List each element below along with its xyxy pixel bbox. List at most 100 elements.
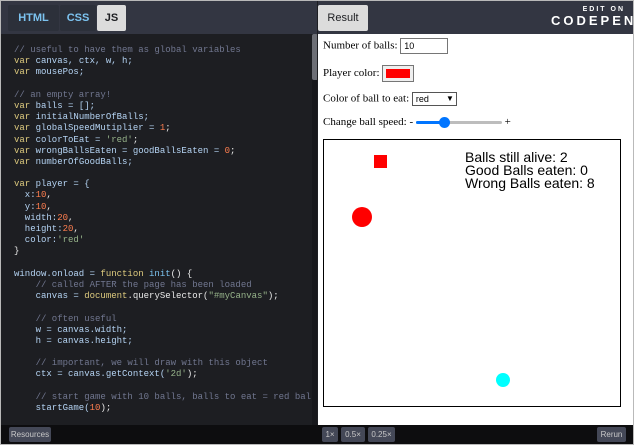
- code-token: balls = [];: [35, 100, 96, 111]
- code-token: mousePos;: [35, 67, 85, 78]
- speed-label: Change ball speed: -: [323, 116, 414, 128]
- color-to-eat-select[interactable]: red ▼: [411, 92, 457, 106]
- code-token: }: [14, 246, 20, 257]
- player-color-label: Player color:: [323, 67, 380, 80]
- codepen-logo[interactable]: EDIT ON CODEPEN: [551, 6, 634, 30]
- code-token: ,: [46, 190, 52, 201]
- code-token: y:: [14, 201, 36, 212]
- player-color-row: Player color:: [323, 65, 415, 82]
- code-line: ctx = canvas.getContext('2d');: [14, 369, 309, 380]
- code-token: 10: [35, 190, 47, 201]
- code-token: x:: [14, 190, 36, 201]
- editor-scrollbar-thumb[interactable]: [312, 34, 317, 80]
- code-line: // useful to have them as global variabl…: [14, 45, 309, 56]
- code-token: height:: [14, 224, 63, 234]
- code-token: var: [14, 112, 36, 123]
- code-token: var: [14, 100, 36, 111]
- color-to-eat-value: red: [415, 94, 429, 104]
- code-token: canvas, ctx, w, h;: [35, 56, 133, 67]
- speed-slider[interactable]: [415, 116, 502, 129]
- code-line: // start game with 10 balls, balls to ea…: [14, 392, 317, 403]
- code-line: // an empty array!: [14, 90, 309, 101]
- player-color-picker[interactable]: [382, 65, 415, 82]
- tab-js[interactable]: JS: [97, 5, 126, 31]
- game-canvas[interactable]: Balls still alive: 2 Good Balls eaten: 0…: [323, 139, 621, 407]
- code-token: var: [14, 156, 36, 167]
- code-line: var initialNumberOfBalls;: [14, 112, 309, 123]
- code-token: window.onload =: [14, 268, 101, 279]
- zoom-1x-button[interactable]: 1×: [322, 427, 338, 442]
- player-square: [374, 155, 387, 168]
- code-token: h = canvas.height;: [14, 335, 133, 346]
- code-token: '2d': [165, 369, 187, 380]
- tab-result[interactable]: Result: [318, 5, 368, 31]
- code-editor[interactable]: // useful to have them as global variabl…: [14, 45, 317, 414]
- code-line: height:20,: [14, 224, 309, 235]
- code-line: w = canvas.width;: [14, 325, 309, 336]
- code-token: // important, we will draw with this obj…: [14, 358, 268, 369]
- code-line: y:10,: [14, 202, 309, 213]
- code-token: w = canvas.width;: [14, 324, 128, 335]
- code-token: // called AFTER the page has been loaded: [14, 279, 252, 290]
- tab-html[interactable]: HTML: [8, 5, 59, 31]
- code-token: color:: [14, 235, 58, 246]
- zoom-half-button[interactable]: 0.5×: [341, 427, 365, 442]
- code-token: );: [267, 291, 279, 302]
- code-token: // start game with 10 balls, balls to ea…: [14, 391, 317, 402]
- code-token: width:: [14, 212, 58, 223]
- rerun-button[interactable]: Rerun: [597, 427, 626, 442]
- code-token: 10: [89, 403, 101, 413]
- code-token: ,: [68, 212, 74, 223]
- bottom-bar: Resources 1× 0.5× 0.25× Rerun: [1, 425, 633, 444]
- code-token: var: [14, 179, 36, 190]
- resources-button[interactable]: Resources: [9, 427, 51, 442]
- editor-pane: HTML CSS JS // useful to have them as gl…: [1, 1, 317, 425]
- code-line: canvas = document.querySelector("#myCanv…: [14, 291, 309, 302]
- code-line: var canvas, ctx, w, h;: [14, 56, 309, 67]
- zoom-quarter-button[interactable]: 0.25×: [368, 427, 395, 442]
- code-line: h = canvas.height;: [14, 336, 309, 347]
- number-of-balls-label: Number of balls:: [323, 39, 398, 52]
- result-pane: Number of balls: Player color: Color of …: [318, 34, 633, 425]
- logo-codepen: CODEPEN: [551, 13, 634, 28]
- color-to-eat-label: Color of ball to eat:: [323, 92, 410, 105]
- code-token: // often useful: [14, 313, 117, 324]
- code-token: colorToEat =: [35, 134, 106, 145]
- code-token: 10: [35, 201, 47, 212]
- code-token: .querySelector(: [127, 291, 209, 302]
- player-color-swatch: [386, 69, 411, 78]
- chevron-down-icon: ▼: [445, 94, 454, 103]
- code-line: var globalSpeedMutiplier = 1;: [14, 123, 309, 134]
- code-token: globalSpeedMutiplier =: [35, 123, 160, 134]
- code-token: ;: [132, 134, 139, 145]
- code-token: "#myCanvas": [208, 291, 268, 302]
- result-header: Result EDIT ON CODEPEN: [318, 1, 633, 34]
- code-token: ,: [46, 201, 52, 212]
- code-token: () {: [170, 268, 193, 279]
- code-token: init: [149, 268, 171, 279]
- code-token: var: [14, 56, 36, 67]
- ball-red: [352, 207, 372, 227]
- code-line: // called AFTER the page has been loaded: [14, 280, 309, 291]
- code-line: window.onload = function init() {: [14, 269, 309, 280]
- number-of-balls-input[interactable]: [400, 38, 449, 54]
- code-line: width:20,: [14, 213, 309, 224]
- stat-wrong-balls: Wrong Balls eaten: 8: [465, 175, 595, 191]
- code-token: 'red': [105, 134, 133, 145]
- code-token: );: [186, 369, 198, 380]
- editor-scrollbar[interactable]: [312, 34, 317, 425]
- code-token: 'red': [57, 235, 85, 246]
- code-line: }: [14, 246, 309, 257]
- code-line: startGame(10);: [14, 403, 309, 414]
- code-line: // often useful: [14, 314, 309, 325]
- code-line: x:10,: [14, 190, 309, 201]
- color-to-eat-row: Color of ball to eat: red ▼: [323, 92, 457, 106]
- code-token: document: [84, 291, 128, 302]
- speed-slider-thumb[interactable]: [438, 117, 450, 129]
- tab-css[interactable]: CSS: [60, 5, 96, 31]
- code-token: function: [100, 268, 150, 279]
